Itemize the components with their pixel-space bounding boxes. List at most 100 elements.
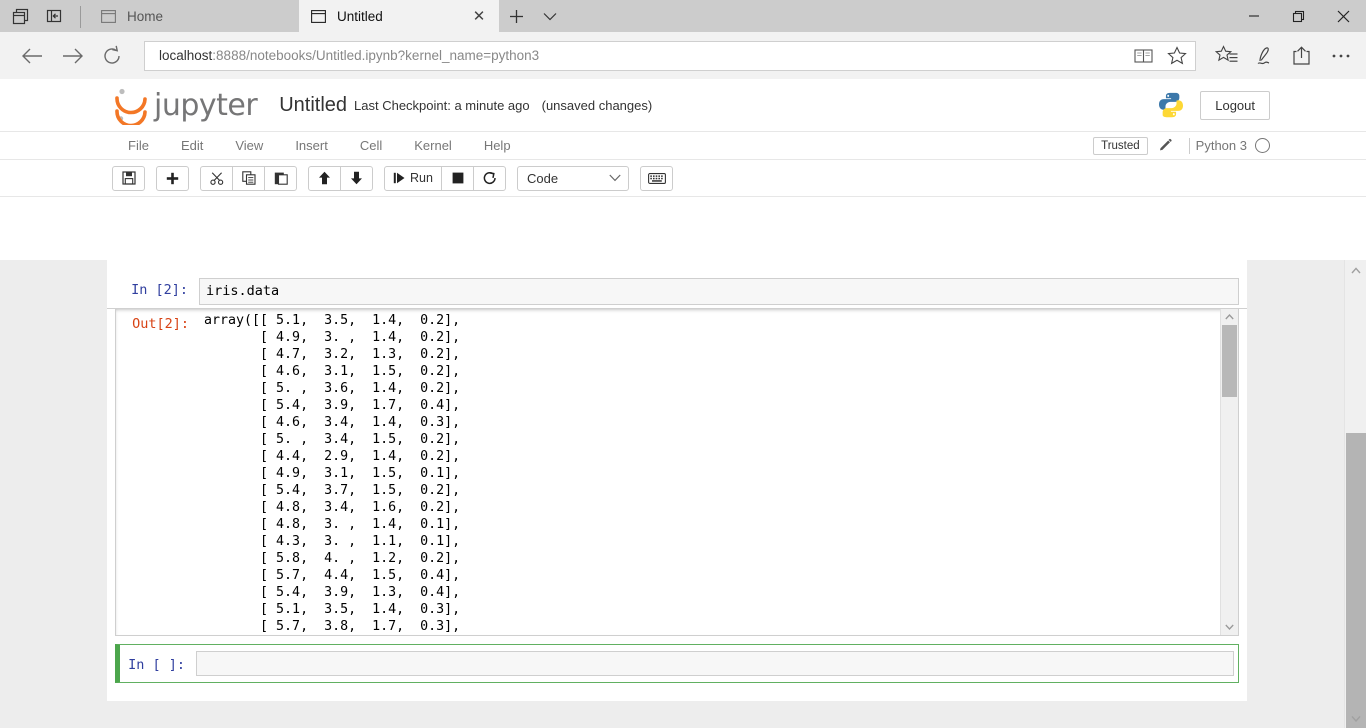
output-inner: Out[2]: array([[ 5.1, 3.5, 1.4, 0.2], [ … <box>116 309 1238 636</box>
new-tab-button[interactable] <box>499 0 533 32</box>
browser-tabstrip: Home Untitled ✕ <box>89 0 1366 32</box>
scroll-down-arrow-icon[interactable] <box>1221 619 1238 635</box>
page-scroll-down-arrow-icon[interactable] <box>1345 708 1366 728</box>
window-icon <box>311 9 327 23</box>
menu-cell[interactable]: Cell <box>344 132 398 159</box>
reading-view-icon[interactable] <box>1131 44 1155 68</box>
command-palette-button[interactable] <box>640 166 673 191</box>
save-button[interactable] <box>112 166 145 191</box>
cell-type-select[interactable]: Code <box>517 166 629 191</box>
page-scrollbar-thumb[interactable] <box>1346 433 1366 728</box>
refresh-button[interactable] <box>92 36 132 76</box>
browser-titlebar: Home Untitled ✕ <box>0 0 1366 32</box>
restart-kernel-button[interactable] <box>473 166 506 191</box>
titlebar-divider <box>80 6 81 28</box>
interrupt-kernel-button[interactable] <box>441 166 474 191</box>
window-icon <box>101 9 117 23</box>
insert-cell-below-button[interactable] <box>156 166 189 191</box>
menu-edit[interactable]: Edit <box>165 132 219 159</box>
notebook-container: In [2]: iris.data Out[2]: array([[ 5.1, … <box>107 260 1247 701</box>
output-scroll-region[interactable]: Out[2]: array([[ 5.1, 3.5, 1.4, 0.2], [ … <box>115 309 1239 636</box>
toolbar-group-save <box>112 166 145 191</box>
notebook-body: In [2]: iris.data Out[2]: array([[ 5.1, … <box>0 260 1366 728</box>
close-button[interactable] <box>1321 0 1366 32</box>
paste-cell-button[interactable] <box>264 166 297 191</box>
logout-button[interactable]: Logout <box>1200 91 1270 120</box>
copy-cell-button[interactable] <box>232 166 265 191</box>
jupyter-menubar: File Edit View Insert Cell Kernel Help T… <box>0 131 1366 160</box>
url-inline-icons <box>1131 44 1195 68</box>
kernel-name-label: Python 3 <box>1196 138 1255 153</box>
menu-insert[interactable]: Insert <box>279 132 344 159</box>
jupyter-header: jupyter Untitled Last Checkpoint: a minu… <box>0 79 1366 131</box>
menu-view[interactable]: View <box>219 132 279 159</box>
run-button-label: Run <box>410 171 433 185</box>
last-checkpoint-label: Last Checkpoint: a minute ago <box>354 98 530 113</box>
input-prompt: In [ ]: <box>120 654 196 674</box>
forward-button[interactable] <box>52 36 92 76</box>
python-logo-icon <box>1156 90 1186 120</box>
jupyter-header-right: Logout <box>1156 90 1270 120</box>
code-editor[interactable] <box>196 651 1234 676</box>
code-cell-in-2[interactable]: In [2]: iris.data <box>107 273 1247 305</box>
set-tabs-aside-icon[interactable] <box>44 6 64 26</box>
share-icon[interactable] <box>1290 43 1316 69</box>
favorite-star-icon[interactable] <box>1165 44 1189 68</box>
toolbar-group-run: Run <box>384 166 506 191</box>
scroll-up-arrow-icon[interactable] <box>1221 309 1238 325</box>
web-notes-pen-icon[interactable] <box>1252 43 1278 69</box>
cell-type-value: Code <box>527 171 558 186</box>
browser-tab-untitled[interactable]: Untitled ✕ <box>299 0 499 32</box>
menu-file[interactable]: File <box>112 132 165 159</box>
tab-preview-icon[interactable] <box>10 6 30 26</box>
url-path: :8888/notebooks/Untitled.ipynb?kernel_na… <box>212 48 539 63</box>
toolbar-group-move <box>308 166 373 191</box>
output-scrollbar-thumb[interactable] <box>1222 325 1237 397</box>
minimize-button[interactable] <box>1231 0 1276 32</box>
move-cell-down-button[interactable] <box>340 166 373 191</box>
jupyter-notebook-page: jupyter Untitled Last Checkpoint: a minu… <box>0 79 1366 728</box>
titlebar-left-icons <box>0 0 89 32</box>
menu-help[interactable]: Help <box>468 132 527 159</box>
url-input[interactable]: localhost:8888/notebooks/Untitled.ipynb?… <box>144 41 1196 71</box>
toolbar-group-insert <box>156 166 189 191</box>
jupyter-toolbar: Run Code <box>0 160 1366 197</box>
jupyter-logo-text: jupyter <box>154 88 257 123</box>
browser-toolbar-icons <box>1196 43 1354 69</box>
output-area-wrapper: Out[2]: array([[ 5.1, 3.5, 1.4, 0.2], [ … <box>107 308 1247 636</box>
trusted-badge[interactable]: Trusted <box>1093 137 1148 155</box>
output-prompt: Out[2]: <box>116 312 200 636</box>
browser-tab-home[interactable]: Home <box>89 0 299 32</box>
keyboard-icon <box>648 173 666 184</box>
code-editor[interactable]: iris.data <box>199 278 1239 305</box>
code-cell-empty-selected[interactable]: In [ ]: <box>115 644 1239 683</box>
jupyter-logo-icon <box>112 85 152 125</box>
run-cell-button[interactable]: Run <box>384 166 442 191</box>
restore-button[interactable] <box>1276 0 1321 32</box>
back-button[interactable] <box>12 36 52 76</box>
more-icon[interactable] <box>1328 43 1354 69</box>
cut-cell-button[interactable] <box>200 166 233 191</box>
url-text: localhost:8888/notebooks/Untitled.ipynb?… <box>145 48 539 63</box>
menubar-right: Trusted Python 3 <box>1093 137 1270 155</box>
browser-address-bar: localhost:8888/notebooks/Untitled.ipynb?… <box>0 32 1366 79</box>
jupyter-logo[interactable]: jupyter <box>112 85 257 125</box>
output-scrollbar[interactable] <box>1220 309 1238 635</box>
tab-list-chevron-down-icon[interactable] <box>533 0 567 32</box>
chevron-down-icon <box>609 174 621 182</box>
menu-kernel[interactable]: Kernel <box>398 132 468 159</box>
close-icon[interactable]: ✕ <box>471 8 487 24</box>
move-cell-up-button[interactable] <box>308 166 341 191</box>
output-text: array([[ 5.1, 3.5, 1.4, 0.2], [ 4.9, 3. … <box>200 312 460 636</box>
toolbar-group-palette <box>640 166 673 191</box>
kernel-idle-circle-icon <box>1255 138 1270 153</box>
page-scrollbar[interactable] <box>1344 260 1366 728</box>
input-prompt: In [2]: <box>115 278 199 305</box>
tab-title: Home <box>127 9 287 24</box>
notebook-title[interactable]: Untitled <box>279 94 347 117</box>
browser-window: Home Untitled ✕ <box>0 0 1366 728</box>
url-host: localhost <box>159 48 212 63</box>
favorites-hub-icon[interactable] <box>1214 43 1240 69</box>
toolbar-group-edit <box>200 166 297 191</box>
page-scroll-up-arrow-icon[interactable] <box>1345 260 1366 280</box>
